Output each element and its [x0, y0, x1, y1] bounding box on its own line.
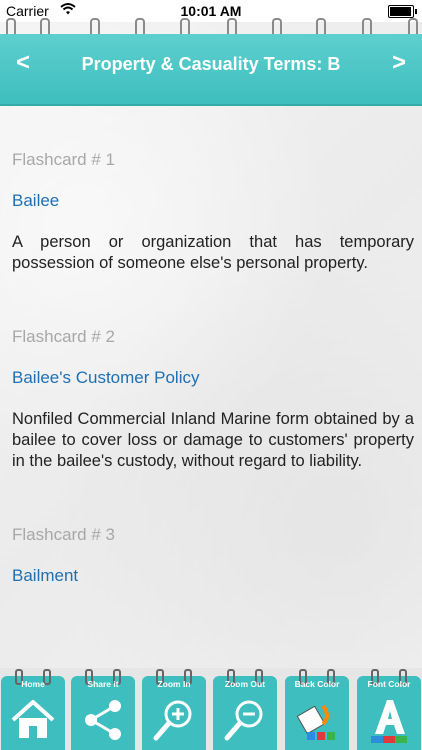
flashcard: Flashcard # 2 Bailee's Customer Policy N… [12, 327, 414, 472]
flashcard-term: Bailee's Customer Policy [12, 368, 200, 387]
zoom-in-button[interactable]: Zoom In [142, 669, 206, 750]
home-label: Home [21, 679, 45, 689]
bottom-toolbar: Home Share it Zoom In Zoom Out Back Colo… [0, 668, 422, 750]
page-title: Property & Casuality Terms: B [81, 54, 341, 74]
share-icon [85, 700, 121, 740]
flashcard-term: Bailment [12, 566, 79, 585]
flashcard-number: Flashcard # 2 [12, 327, 115, 346]
flashcard-number: Flashcard # 1 [12, 150, 115, 169]
flashcard-number: Flashcard # 3 [12, 525, 115, 544]
paint-bucket-icon [296, 704, 335, 740]
zoom-in-icon [153, 700, 192, 741]
flashcard: Flashcard # 3 Bailment [12, 525, 414, 586]
next-button[interactable]: > [392, 49, 406, 77]
status-time: 10:01 AM [180, 3, 242, 19]
share-label: Share it [87, 679, 119, 689]
zoom-out-icon [224, 700, 263, 741]
flashcard-list[interactable]: Flashcard # 1 Bailee A person or organiz… [12, 150, 414, 586]
back-color-button[interactable]: Back Color [285, 669, 349, 750]
back-color-label: Back Color [294, 679, 340, 689]
flashcard-definition: A person or organization that has tempor… [12, 233, 414, 272]
flashcard-definition: Nonfiled Commercial Inland Marine form o… [12, 410, 414, 470]
zoom-in-label: Zoom In [157, 679, 191, 689]
home-icon [11, 700, 55, 738]
home-button[interactable]: Home [1, 669, 65, 750]
nav-bar: < Property & Casuality Terms: B > [0, 34, 422, 106]
share-button[interactable]: Share it [71, 669, 135, 750]
battery-icon [388, 5, 417, 18]
font-color-button[interactable]: Font Color [357, 669, 421, 750]
flashcard: Flashcard # 1 Bailee A person or organiz… [12, 150, 414, 274]
zoom-out-label: Zoom Out [224, 679, 266, 689]
zoom-out-button[interactable]: Zoom Out [213, 669, 277, 750]
flashcard-term: Bailee [12, 191, 60, 210]
font-color-label: Font Color [367, 679, 411, 689]
font-color-icon [371, 700, 407, 743]
